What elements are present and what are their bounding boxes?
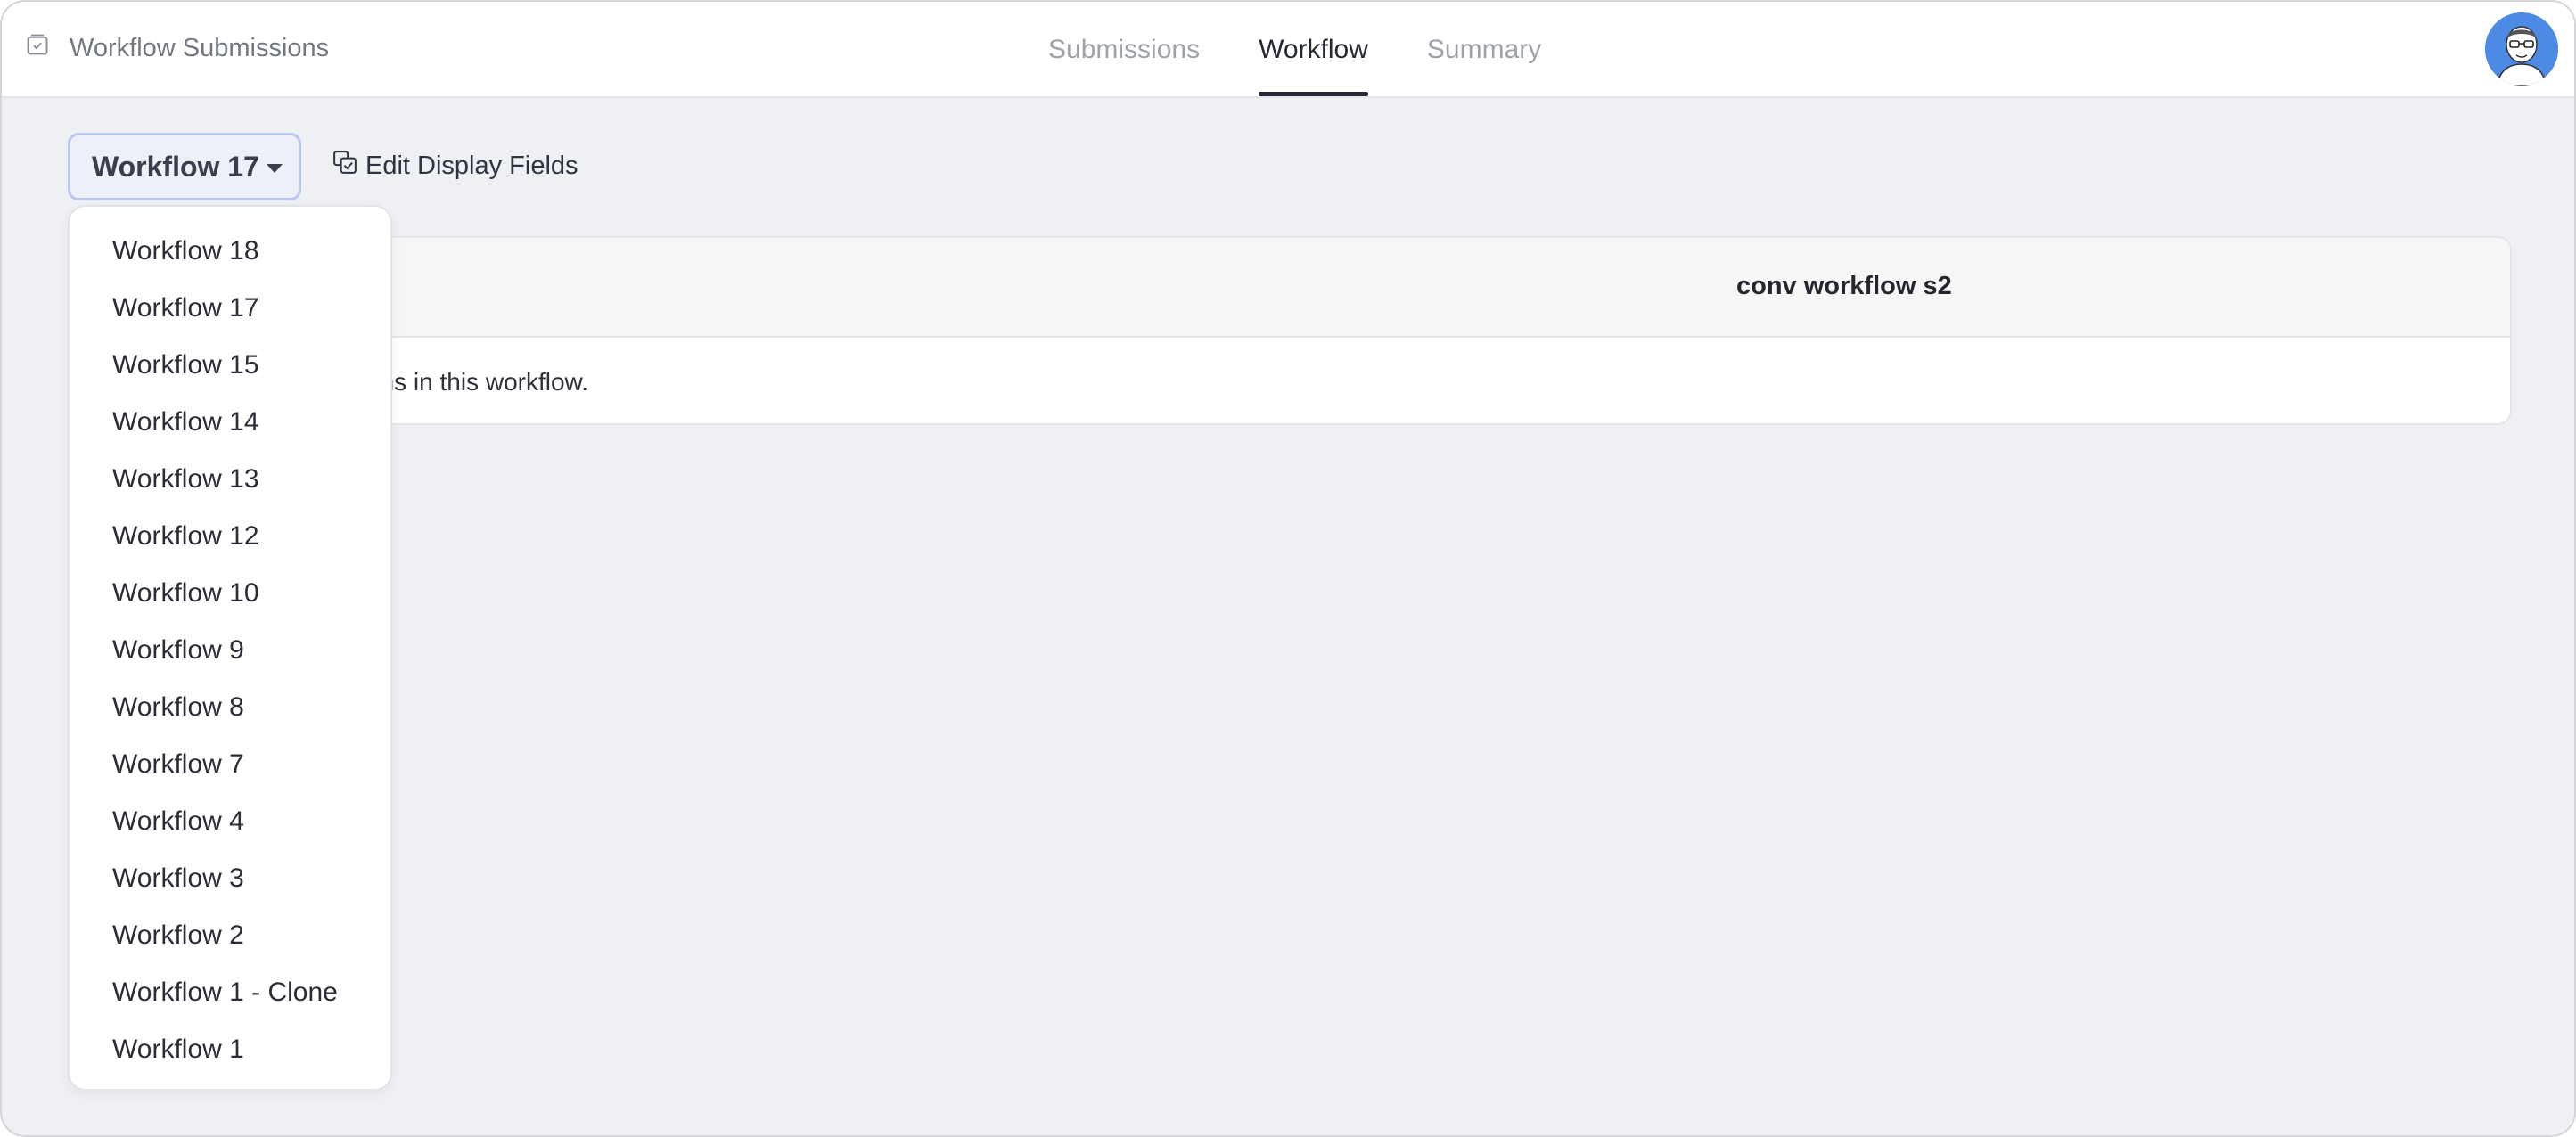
edit-display-fields-label: Edit Display Fields (365, 151, 578, 180)
app-window: Workflow Submissions Submissions Workflo… (0, 0, 2576, 1137)
main-tabs: Submissions Workflow Summary (1048, 2, 1600, 96)
tab-submissions[interactable]: Submissions (1048, 2, 1200, 96)
inbox-check-icon (25, 32, 50, 64)
edit-display-fields-button[interactable]: Edit Display Fields (332, 149, 578, 183)
tab-workflow[interactable]: Workflow (1259, 2, 1368, 96)
workflow-select-button[interactable]: Workflow 17 (68, 133, 301, 200)
dropdown-item[interactable]: Workflow 1 (70, 1021, 390, 1078)
dropdown-item[interactable]: Workflow 14 (70, 394, 390, 451)
dropdown-item[interactable]: Workflow 10 (70, 565, 390, 622)
avatar-face-icon (2485, 12, 2558, 86)
dropdown-item[interactable]: Workflow 12 (70, 508, 390, 565)
dropdown-item[interactable]: Workflow 13 (70, 451, 390, 508)
edit-fields-icon (332, 149, 358, 183)
submissions-table: conv workflow s2 There are no submission… (68, 236, 2512, 425)
user-avatar[interactable] (2485, 12, 2558, 86)
tab-summary[interactable]: Summary (1427, 2, 1541, 96)
top-navigation-bar: Workflow Submissions Submissions Workflo… (2, 2, 2574, 98)
workflow-select-label: Workflow 17 (92, 150, 259, 183)
workflow-dropdown-menu: Workflow 18 Workflow 17 Workflow 15 Work… (68, 205, 392, 1091)
dropdown-item[interactable]: Workflow 1 - Clone (70, 964, 390, 1021)
dropdown-item[interactable]: Workflow 8 (70, 679, 390, 736)
dropdown-item[interactable]: Workflow 4 (70, 793, 390, 850)
app-title-text: Workflow Submissions (70, 33, 330, 62)
app-title[interactable]: Workflow Submissions (25, 32, 329, 64)
dropdown-item[interactable]: Workflow 18 (70, 223, 390, 280)
dropdown-item[interactable]: Workflow 9 (70, 622, 390, 679)
table-header-row: conv workflow s2 (70, 238, 2510, 338)
caret-down-icon (266, 164, 283, 173)
dropdown-item[interactable]: Workflow 3 (70, 850, 390, 907)
dropdown-item[interactable]: Workflow 17 (70, 280, 390, 337)
dropdown-item[interactable]: Workflow 15 (70, 337, 390, 394)
dropdown-item[interactable]: Workflow 2 (70, 907, 390, 964)
column-header-conv-workflow-s2[interactable]: conv workflow s2 (1736, 272, 1952, 301)
dropdown-item[interactable]: Workflow 7 (70, 736, 390, 793)
